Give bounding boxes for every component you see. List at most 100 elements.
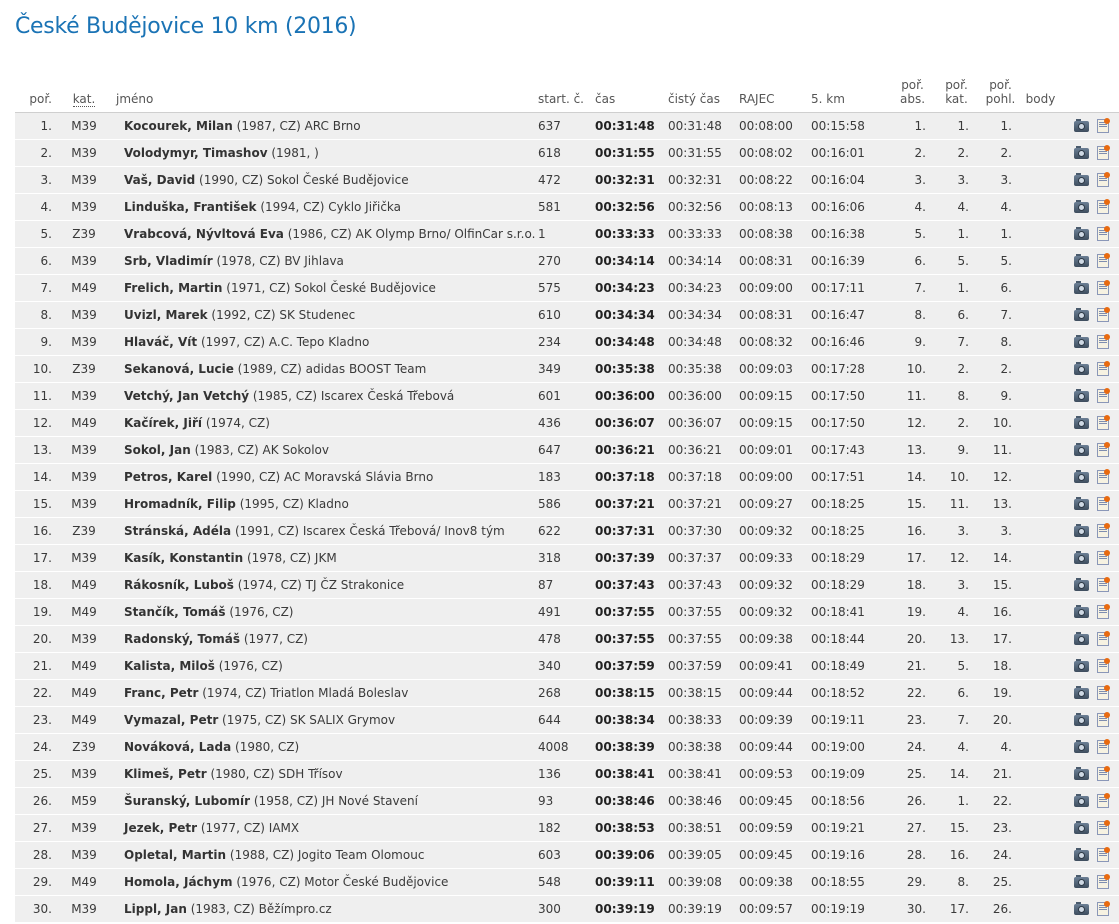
table-row[interactable]: 16. Z39 Stránská, Adéla (1991, CZ) Iscarex… xyxy=(15,517,1119,545)
camera-icon[interactable] xyxy=(1074,172,1089,186)
certificate-icon[interactable] xyxy=(1097,820,1110,835)
certificate-icon[interactable] xyxy=(1097,199,1110,214)
runner-name[interactable]: Kalista, Miloš xyxy=(124,659,215,673)
table-row[interactable]: 4. M39 Linduška, František (1994, CZ) Cykl… xyxy=(15,193,1119,221)
runner-name[interactable]: Srb, Vladimír xyxy=(124,254,213,268)
runner-name[interactable]: Sokol, Jan xyxy=(124,443,191,457)
runner-name[interactable]: Sekanová, Lucie xyxy=(124,362,234,376)
runner-name[interactable]: Opletal, Martin xyxy=(124,848,226,862)
certificate-icon[interactable] xyxy=(1097,874,1110,889)
runner-name[interactable]: Frelich, Martin xyxy=(124,281,222,295)
cell-name[interactable]: Stránská, Adéla (1991, CZ) Iscarex Česká… xyxy=(116,517,538,545)
cell-name[interactable]: Volodymyr, Timashov (1981, ) xyxy=(116,139,538,167)
header-rajec[interactable]: RAJEC xyxy=(739,70,811,113)
cell-name[interactable]: Kocourek, Milan (1987, CZ) ARC Brno xyxy=(116,112,538,140)
table-row[interactable]: 7. M49 Frelich, Martin (1971, CZ) Sokol Če… xyxy=(15,274,1119,302)
runner-name[interactable]: Lippl, Jan xyxy=(124,902,187,916)
camera-icon[interactable] xyxy=(1074,604,1089,618)
table-row[interactable]: 20. M39 Radonský, Tomáš (1977, CZ) 478 00:37… xyxy=(15,625,1119,653)
cell-name[interactable]: Klimeš, Petr (1980, CZ) SDH Třísov xyxy=(116,760,538,788)
certificate-icon[interactable] xyxy=(1097,685,1110,700)
camera-icon[interactable] xyxy=(1074,280,1089,294)
certificate-icon[interactable] xyxy=(1097,496,1110,511)
certificate-icon[interactable] xyxy=(1097,793,1110,808)
camera-icon[interactable] xyxy=(1074,901,1089,915)
camera-icon[interactable] xyxy=(1074,307,1089,321)
table-row[interactable]: 17. M39 Kasík, Konstantin (1978, CZ) JKM 31… xyxy=(15,544,1119,572)
runner-name[interactable]: Rákosník, Luboš xyxy=(124,578,234,592)
table-row[interactable]: 27. M39 Jezek, Petr (1977, CZ) IAMX 182 00:3… xyxy=(15,814,1119,842)
camera-icon[interactable] xyxy=(1074,415,1089,429)
cell-name[interactable]: Jezek, Petr (1977, CZ) IAMX xyxy=(116,814,538,842)
table-row[interactable]: 2. M39 Volodymyr, Timashov (1981, ) 618 00:3… xyxy=(15,139,1119,167)
table-row[interactable]: 8. M39 Uvizl, Marek (1992, CZ) SK Studenec… xyxy=(15,301,1119,329)
cell-name[interactable]: Sokol, Jan (1983, CZ) AK Sokolov xyxy=(116,436,538,464)
runner-name[interactable]: Vetchý, Jan Vetchý xyxy=(124,389,249,403)
runner-name[interactable]: Kačírek, Jiří xyxy=(124,416,202,430)
certificate-icon[interactable] xyxy=(1097,172,1110,187)
certificate-icon[interactable] xyxy=(1097,280,1110,295)
certificate-icon[interactable] xyxy=(1097,253,1110,268)
table-row[interactable]: 1. M39 Kocourek, Milan (1987, CZ) ARC Brno… xyxy=(15,112,1119,140)
cell-name[interactable]: Lippl, Jan (1983, CZ) Běžímpro.cz xyxy=(116,895,538,923)
table-row[interactable]: 6. M39 Srb, Vladimír (1978, CZ) BV Jihlava… xyxy=(15,247,1119,275)
camera-icon[interactable] xyxy=(1074,442,1089,456)
runner-name[interactable]: Stančík, Tomáš xyxy=(124,605,226,619)
runner-name[interactable]: Jezek, Petr xyxy=(124,821,197,835)
header-rank-cat[interactable]: poř. kat. xyxy=(934,70,979,113)
header-name[interactable]: jméno xyxy=(116,70,538,113)
runner-name[interactable]: Homola, Jáchym xyxy=(124,875,233,889)
cell-name[interactable]: Uvizl, Marek (1992, CZ) SK Studenec xyxy=(116,301,538,329)
table-row[interactable]: 30. M39 Lippl, Jan (1983, CZ) Běžímpro.cz 3… xyxy=(15,895,1119,923)
table-row[interactable]: 12. M49 Kačírek, Jiří (1974, CZ) 436 00:36:0… xyxy=(15,409,1119,437)
table-row[interactable]: 19. M49 Stančík, Tomáš (1976, CZ) 491 00:37:… xyxy=(15,598,1119,626)
certificate-icon[interactable] xyxy=(1097,226,1110,241)
runner-name[interactable]: Nováková, Lada xyxy=(124,740,231,754)
header-rank[interactable]: poř. xyxy=(15,70,52,113)
certificate-icon[interactable] xyxy=(1097,415,1110,430)
camera-icon[interactable] xyxy=(1074,685,1089,699)
cell-name[interactable]: Franc, Petr (1974, CZ) Triatlon Mladá Bo… xyxy=(116,679,538,707)
cell-name[interactable]: Stančík, Tomáš (1976, CZ) xyxy=(116,598,538,626)
runner-name[interactable]: Stránská, Adéla xyxy=(124,524,231,538)
certificate-icon[interactable] xyxy=(1097,334,1110,349)
runner-name[interactable]: Uvizl, Marek xyxy=(124,308,208,322)
runner-name[interactable]: Hlaváč, Vít xyxy=(124,335,197,349)
certificate-icon[interactable] xyxy=(1097,577,1110,592)
camera-icon[interactable] xyxy=(1074,550,1089,564)
table-row[interactable]: 22. M49 Franc, Petr (1974, CZ) Triatlon Ml… xyxy=(15,679,1119,707)
cell-name[interactable]: Petros, Karel (1990, CZ) AC Moravská Slá… xyxy=(116,463,538,491)
camera-icon[interactable] xyxy=(1074,793,1089,807)
runner-name[interactable]: Klimeš, Petr xyxy=(124,767,207,781)
certificate-icon[interactable] xyxy=(1097,658,1110,673)
header-rank-gender[interactable]: poř. pohl. xyxy=(979,70,1022,113)
runner-name[interactable]: Linduška, František xyxy=(124,200,257,214)
camera-icon[interactable] xyxy=(1074,847,1089,861)
cell-name[interactable]: Opletal, Martin (1988, CZ) Jogito Team O… xyxy=(116,841,538,869)
camera-icon[interactable] xyxy=(1074,523,1089,537)
camera-icon[interactable] xyxy=(1074,874,1089,888)
certificate-icon[interactable] xyxy=(1097,847,1110,862)
table-row[interactable]: 15. M39 Hromadník, Filip (1995, CZ) Kladno… xyxy=(15,490,1119,518)
cell-name[interactable]: Vrabcová, Nývltová Eva (1986, CZ) AK Oly… xyxy=(116,220,538,248)
certificate-icon[interactable] xyxy=(1097,901,1110,916)
camera-icon[interactable] xyxy=(1074,577,1089,591)
certificate-icon[interactable] xyxy=(1097,712,1110,727)
table-row[interactable]: 5. Z39 Vrabcová, Nývltová Eva (1986, CZ) A… xyxy=(15,220,1119,248)
runner-name[interactable]: Franc, Petr xyxy=(124,686,198,700)
certificate-icon[interactable] xyxy=(1097,442,1110,457)
runner-name[interactable]: Radonský, Tomáš xyxy=(124,632,240,646)
certificate-icon[interactable] xyxy=(1097,469,1110,484)
certificate-icon[interactable] xyxy=(1097,604,1110,619)
camera-icon[interactable] xyxy=(1074,361,1089,375)
table-row[interactable]: 11. M39 Vetchý, Jan Vetchý (1985, CZ) Isca… xyxy=(15,382,1119,410)
header-points[interactable]: body xyxy=(1022,70,1059,113)
runner-name[interactable]: Šuranský, Lubomír xyxy=(124,794,250,808)
runner-name[interactable]: Volodymyr, Timashov xyxy=(124,146,268,160)
cell-name[interactable]: Homola, Jáchym (1976, CZ) Motor České Bu… xyxy=(116,868,538,896)
table-row[interactable]: 23. M49 Vymazal, Petr (1975, CZ) SK SALIX … xyxy=(15,706,1119,734)
certificate-icon[interactable] xyxy=(1097,388,1110,403)
cell-name[interactable]: Hlaváč, Vít (1997, CZ) A.C. Tepo Kladno xyxy=(116,328,538,356)
table-row[interactable]: 14. M39 Petros, Karel (1990, CZ) AC Moravs… xyxy=(15,463,1119,491)
header-5km[interactable]: 5. km xyxy=(811,70,891,113)
